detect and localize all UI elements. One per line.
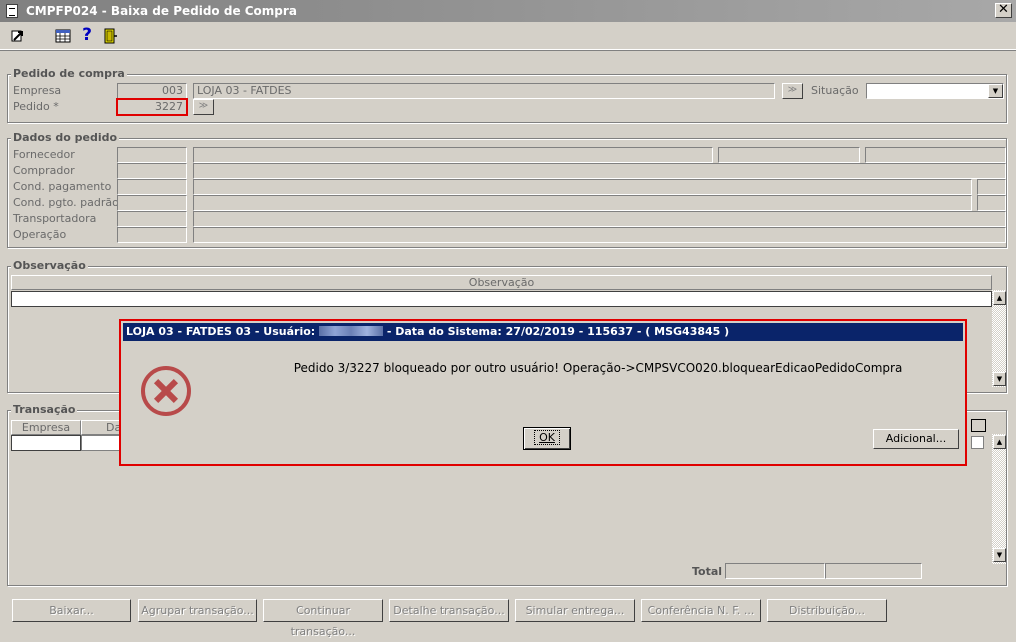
cond-pagamento-extra-field[interactable] [977,179,1006,195]
error-dialog: LOJA 03 - FATDES 03 - Usuário: - Data do… [119,319,967,466]
observacao-scroll-down-icon[interactable]: ▼ [993,372,1006,386]
observacao-scroll-up-icon[interactable]: ▲ [993,291,1006,305]
transacao-scroll-up-icon[interactable]: ▲ [993,435,1006,449]
transportadora-name-field[interactable] [193,211,1006,227]
distribuicao-button[interactable]: Distribuição... [767,599,887,622]
window-titlebar: CMPFP024 - Baixa de Pedido de Compra ✕ [0,0,1016,22]
group-title-dados-pedido: Dados do pedido [11,131,120,144]
label-total: Total [692,565,723,578]
close-button[interactable]: ✕ [995,3,1012,18]
label-fornecedor: Fornecedor [13,148,75,161]
observacao-column-header[interactable]: Observação [11,275,992,290]
fornecedor-name-field[interactable] [193,147,713,163]
exit-arrow-icon[interactable] [10,28,26,44]
door-exit-icon[interactable] [102,28,118,44]
label-situacao: Situação [811,84,859,97]
group-title-pedido-compra: Pedido de compra [11,67,127,80]
dialog-titlebar: LOJA 03 - FATDES 03 - Usuário: - Data do… [123,323,963,341]
empresa-code-field[interactable]: 003 [117,83,187,99]
transacao-cell-empresa[interactable] [11,435,81,451]
transacao-col-empresa[interactable]: Empresa [11,420,81,435]
fornecedor-extra2-field[interactable] [865,147,1006,163]
document-icon [6,4,18,18]
continuar-transacao-button[interactable]: Continuar transação... [263,599,383,638]
help-question-icon[interactable]: ? [80,26,94,44]
label-operacao: Operação [13,228,67,241]
total-field-1 [725,563,825,579]
agrupar-transacao-button[interactable]: Agrupar transação... [138,599,257,622]
redacted-username [319,326,384,336]
simular-entrega-button[interactable]: Simular entrega... [515,599,635,622]
label-comprador: Comprador [13,164,75,177]
transacao-scroll-down-icon[interactable]: ▼ [993,548,1006,562]
label-transportadora: Transportadora [13,212,97,225]
total-field-2 [825,563,922,579]
operacao-code-field[interactable] [117,227,187,243]
cond-pagamento-code-field[interactable] [117,179,187,195]
transacao-row-checkbox[interactable] [971,436,984,449]
dialog-message: Pedido 3/3227 bloqueado por outro usuári… [293,361,903,375]
adicional-button[interactable]: Adicional... [873,429,959,449]
transacao-cell-data[interactable] [81,435,121,451]
label-empresa: Empresa [13,84,62,97]
window-title: CMPFP024 - Baixa de Pedido de Compra [26,4,297,18]
situacao-select[interactable] [866,83,1004,99]
toolbar: ? [0,22,1016,50]
cond-pgto-padrao-extra-field[interactable] [977,195,1006,211]
calendar-grid-icon[interactable] [55,28,71,44]
empresa-lookup-button[interactable]: ≫ [782,83,803,99]
cond-pgto-padrao-name-field[interactable] [193,195,972,211]
observacao-row-input[interactable] [11,291,992,307]
comprador-name-field[interactable] [193,163,1006,179]
transportadora-code-field[interactable] [117,211,187,227]
cond-pgto-padrao-code-field[interactable] [117,195,187,211]
transacao-scrollbar[interactable] [992,434,1006,564]
label-cond-pagamento: Cond. pagamento [13,180,112,193]
transacao-col-data[interactable]: Da [81,420,121,435]
dialog-title-prefix: LOJA 03 - FATDES 03 - Usuário: [126,325,316,338]
empresa-name-field[interactable]: LOJA 03 - FATDES [193,83,775,99]
situacao-dropdown-arrow-icon[interactable]: ▼ [988,84,1003,98]
label-pedido: Pedido * [13,100,59,113]
ok-label: OK [534,430,560,445]
cond-pagamento-name-field[interactable] [193,179,972,195]
pedido-number-field[interactable]: 3227 [116,98,188,116]
fornecedor-code-field[interactable] [117,147,187,163]
comprador-code-field[interactable] [117,163,187,179]
dialog-title-suffix: - Data do Sistema: 27/02/2019 - 115637 -… [386,325,730,338]
label-cond-pgto-padrao: Cond. pgto. padrão [13,196,119,209]
baixar-button[interactable]: Baixar... [12,599,131,622]
pedido-lookup-button[interactable]: ≫ [193,99,214,115]
group-title-observacao: Observação [11,259,88,272]
detalhe-transacao-button[interactable]: Detalhe transação... [389,599,509,622]
conferencia-nf-button[interactable]: Conferência N. F. ... [641,599,761,622]
ok-button[interactable]: OK [523,427,571,450]
transacao-select-all-checkbox[interactable] [971,419,986,432]
fornecedor-extra-field[interactable] [718,147,860,163]
group-title-transacao: Transação [11,403,78,416]
operacao-name-field[interactable] [193,227,1006,243]
